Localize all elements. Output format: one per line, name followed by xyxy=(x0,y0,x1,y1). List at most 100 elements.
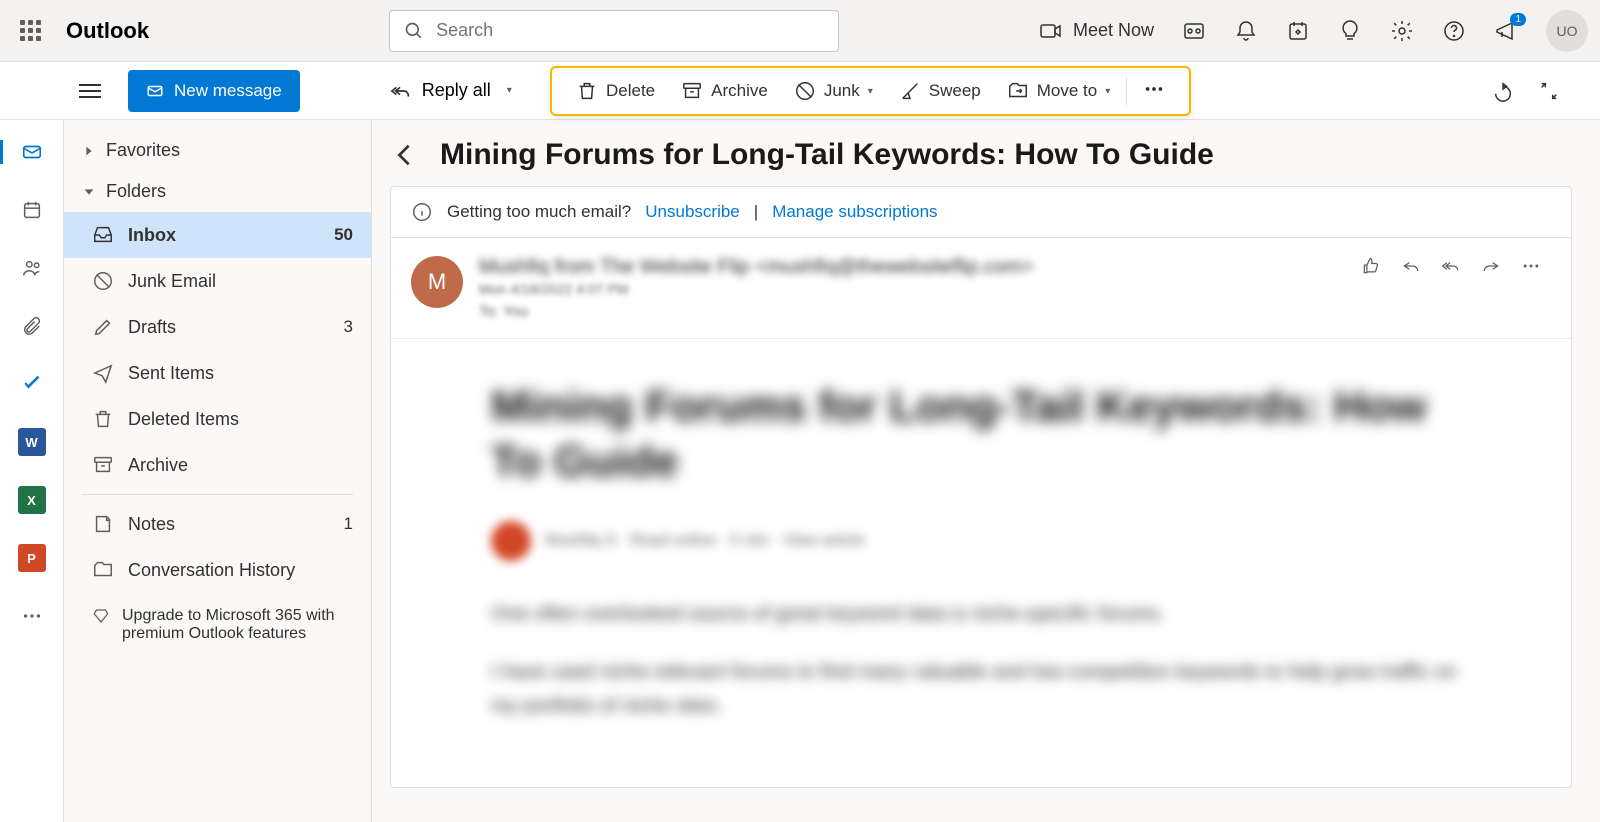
notif-badge: 1 xyxy=(1510,13,1526,26)
reply-all-icon[interactable] xyxy=(1441,256,1461,276)
archive-icon xyxy=(681,80,703,102)
folder-inbox[interactable]: Inbox 50 xyxy=(64,212,371,258)
separator-text: | xyxy=(754,202,758,222)
block-icon xyxy=(794,80,816,102)
recipient-line: To: You xyxy=(479,303,1345,320)
junk-button[interactable]: Junk ▾ xyxy=(784,74,883,108)
chevron-down-icon[interactable]: ▾ xyxy=(868,86,873,97)
folder-icon xyxy=(92,559,114,581)
folder-archive[interactable]: Archive xyxy=(64,442,371,488)
message-action-bar: Delete Archive Junk ▾ Sweep Move to ▾ xyxy=(550,66,1191,116)
mail-icon xyxy=(21,141,43,163)
diamond-icon xyxy=(92,607,110,625)
manage-subscriptions-link[interactable]: Manage subscriptions xyxy=(772,202,937,222)
search-input[interactable] xyxy=(436,20,824,41)
reply-all-icon xyxy=(390,80,412,102)
brand-name: Outlook xyxy=(66,18,149,44)
calendar-app-button[interactable] xyxy=(12,190,52,230)
undo-icon[interactable] xyxy=(1492,80,1514,102)
whats-new-icon[interactable]: 1 xyxy=(1494,19,1518,43)
info-icon xyxy=(411,201,433,223)
send-icon xyxy=(92,362,114,384)
sender-name: Mushfiq from The Website Flip <mushfiq@t… xyxy=(479,256,1345,279)
reply-all-button[interactable]: Reply all ▾ xyxy=(390,80,512,102)
mail-plus-icon xyxy=(146,82,164,100)
powerpoint-icon: P xyxy=(18,544,46,572)
forward-icon[interactable] xyxy=(1481,256,1501,276)
account-avatar[interactable]: UO xyxy=(1546,10,1588,52)
teams-icon[interactable] xyxy=(1182,19,1206,43)
more-actions-button[interactable] xyxy=(1133,72,1175,111)
email-subject: Mining Forums for Long-Tail Keywords: Ho… xyxy=(440,138,1214,172)
folder-sidebar: Favorites Folders Inbox 50 Junk Email Dr… xyxy=(64,120,372,822)
people-app-button[interactable] xyxy=(12,248,52,288)
more-apps-button[interactable] xyxy=(12,596,52,636)
block-icon xyxy=(92,270,114,292)
favorites-section[interactable]: Favorites xyxy=(64,130,371,171)
note-icon xyxy=(92,513,114,535)
my-day-icon[interactable] xyxy=(1286,19,1310,43)
waffle-icon xyxy=(20,20,41,41)
info-text: Getting too much email? xyxy=(447,202,631,222)
trash-icon xyxy=(576,80,598,102)
notifications-icon[interactable] xyxy=(1234,19,1258,43)
chevron-down-icon[interactable]: ▾ xyxy=(1105,86,1110,97)
excel-icon: X xyxy=(18,486,46,514)
folder-deleted[interactable]: Deleted Items xyxy=(64,396,371,442)
expand-icon[interactable] xyxy=(1538,80,1560,102)
folders-section[interactable]: Folders xyxy=(64,171,371,212)
pencil-icon xyxy=(92,316,114,338)
divider xyxy=(82,494,353,495)
folder-notes[interactable]: Notes 1 xyxy=(64,501,371,547)
unsubscribe-link[interactable]: Unsubscribe xyxy=(645,202,740,222)
inbox-icon xyxy=(92,224,114,246)
check-icon xyxy=(21,373,43,395)
like-icon[interactable] xyxy=(1361,256,1381,276)
sender-avatar[interactable]: M xyxy=(411,256,463,308)
app-launcher-button[interactable] xyxy=(12,13,48,49)
chevron-down-icon xyxy=(82,185,96,199)
mail-app-button[interactable] xyxy=(12,132,52,172)
move-to-button[interactable]: Move to ▾ xyxy=(997,74,1121,108)
video-icon xyxy=(1039,19,1063,43)
more-icon[interactable] xyxy=(1521,256,1541,276)
excel-app-button[interactable]: X xyxy=(12,480,52,520)
meet-now-button[interactable]: Meet Now xyxy=(1039,19,1154,43)
folder-sent[interactable]: Sent Items xyxy=(64,350,371,396)
settings-icon[interactable] xyxy=(1390,19,1414,43)
body-heading: Mining Forums for Long-Tail Keywords: Ho… xyxy=(491,379,1471,489)
sweep-button[interactable]: Sweep xyxy=(889,74,991,108)
upgrade-link[interactable]: Upgrade to Microsoft 365 with premium Ou… xyxy=(64,593,371,657)
sender-date: Mon 4/18/2022 4:07 PM xyxy=(479,281,1345,297)
folder-move-icon xyxy=(1007,80,1029,102)
tips-icon[interactable] xyxy=(1338,19,1362,43)
reading-pane: Mining Forums for Long-Tail Keywords: Ho… xyxy=(372,120,1600,822)
word-icon: W xyxy=(18,428,46,456)
delete-button[interactable]: Delete xyxy=(566,74,665,108)
app-rail: W X P xyxy=(0,120,64,822)
powerpoint-app-button[interactable]: P xyxy=(12,538,52,578)
reply-icon[interactable] xyxy=(1401,256,1421,276)
message-card: Getting too much email? Unsubscribe | Ma… xyxy=(390,186,1572,788)
more-icon xyxy=(1143,78,1165,100)
byline: Mushfiq S · Read online · 5 min · View a… xyxy=(491,521,1471,561)
toggle-nav-button[interactable] xyxy=(72,73,108,109)
message-body: Mining Forums for Long-Tail Keywords: Ho… xyxy=(391,339,1571,787)
word-app-button[interactable]: W xyxy=(12,422,52,462)
help-icon[interactable] xyxy=(1442,19,1466,43)
folder-conversation-history[interactable]: Conversation History xyxy=(64,547,371,593)
more-icon xyxy=(21,605,43,627)
people-icon xyxy=(21,257,43,279)
folder-junk[interactable]: Junk Email xyxy=(64,258,371,304)
author-avatar xyxy=(491,521,531,561)
back-button[interactable] xyxy=(390,139,422,171)
search-icon xyxy=(404,21,424,41)
folder-drafts[interactable]: Drafts 3 xyxy=(64,304,371,350)
archive-button[interactable]: Archive xyxy=(671,74,778,108)
new-message-button[interactable]: New message xyxy=(128,70,300,112)
attach-icon xyxy=(21,315,43,337)
chevron-down-icon[interactable]: ▾ xyxy=(507,85,512,96)
todo-app-button[interactable] xyxy=(12,364,52,404)
search-box[interactable] xyxy=(389,10,839,52)
files-app-button[interactable] xyxy=(12,306,52,346)
